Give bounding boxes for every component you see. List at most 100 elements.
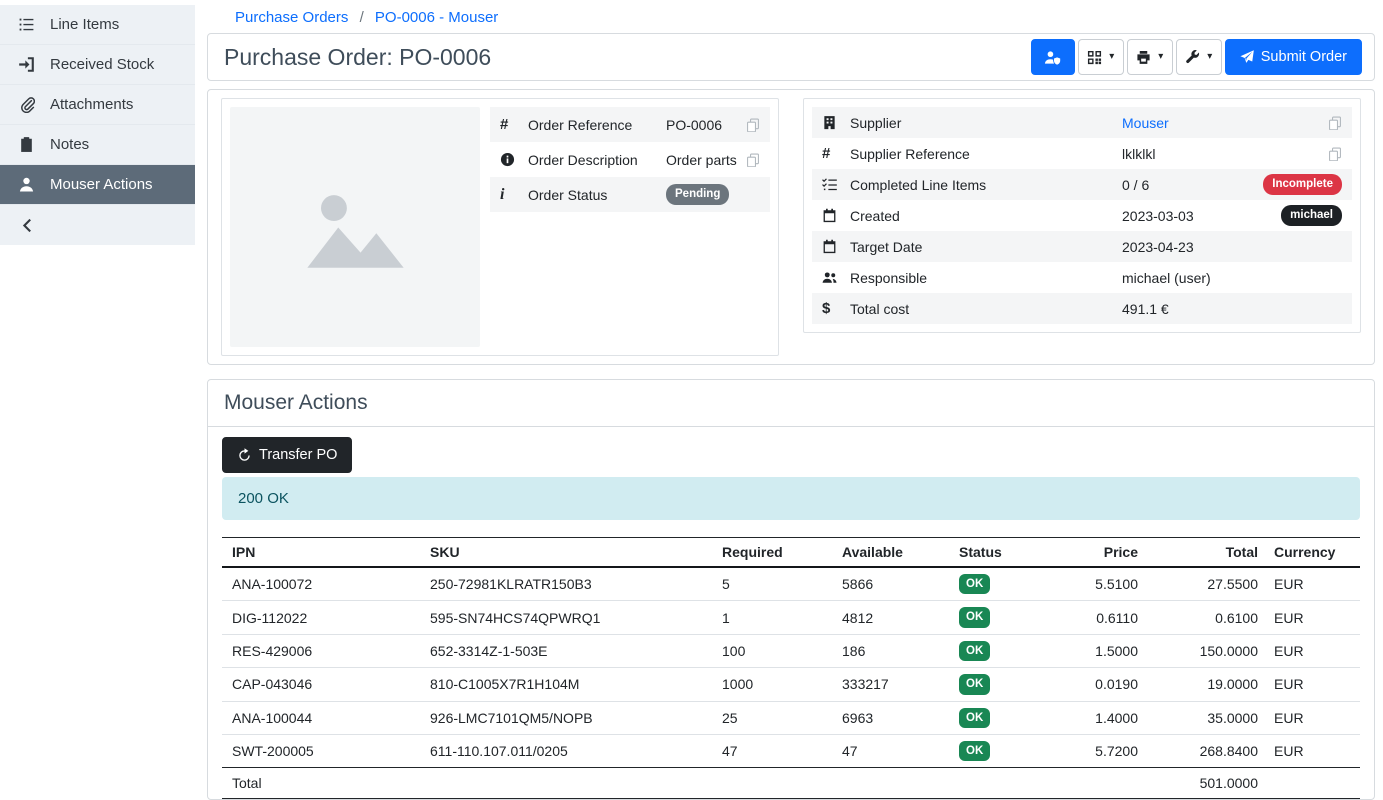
sku-cell: 595-SN74HCS74QPWRQ1	[422, 601, 714, 634]
detail-row-total-cost: $ Total cost 491.1 €	[812, 293, 1352, 324]
sku-cell: 652-3314Z-1-503E	[422, 634, 714, 667]
users-icon	[822, 270, 850, 285]
caret-down-icon: ▾	[1109, 52, 1114, 62]
col-header-currency: Currency	[1266, 538, 1360, 568]
detail-value: 0 / 6	[1122, 177, 1149, 193]
ipn-cell: ANA-100072	[222, 567, 422, 601]
copy-icon[interactable]	[1328, 147, 1342, 161]
mouser-actions-panel: Mouser Actions Transfer PO 200 OK	[207, 379, 1375, 800]
paper-plane-icon	[1240, 50, 1254, 64]
status-cell: OK	[951, 734, 1046, 767]
currency-cell: EUR	[1266, 567, 1360, 601]
line-item-row: SWT-200005 611-110.107.011/0205 47 47 OK…	[222, 734, 1360, 767]
submit-order-button[interactable]: Submit Order	[1225, 39, 1362, 75]
copy-icon[interactable]	[1328, 116, 1342, 130]
printer-icon	[1136, 50, 1151, 65]
sidebar-item-received-stock[interactable]: Received Stock	[0, 45, 195, 85]
user-icon	[18, 176, 35, 193]
currency-cell: EUR	[1266, 668, 1360, 701]
col-header-price: Price	[1046, 538, 1146, 568]
line-item-row: CAP-043046 810-C1005X7R1H104M 1000 33321…	[222, 668, 1360, 701]
ipn-cell: SWT-200005	[222, 734, 422, 767]
detail-row-responsible: Responsible michael (user)	[812, 262, 1352, 293]
footer-total-label: Total	[222, 768, 422, 799]
price-cell: 0.6110	[1046, 601, 1146, 634]
tools-icon	[1185, 50, 1200, 65]
required-cell: 25	[714, 701, 834, 734]
breadcrumb-current-order[interactable]: PO-0006 - Mouser	[375, 9, 498, 26]
detail-row-completed-line-items: Completed Line Items 0 / 6 Incomplete	[812, 169, 1352, 200]
detail-value: 491.1 €	[1122, 301, 1169, 317]
order-details-table: # Order Reference PO-0006 Order Descript…	[490, 107, 770, 212]
sidebar-item-line-items[interactable]: Line Items	[0, 5, 195, 45]
breadcrumb: Purchase Orders / PO-0006 - Mouser	[207, 0, 1375, 33]
order-details-panel: # Order Reference PO-0006 Order Descript…	[207, 89, 1375, 365]
status-cell: OK	[951, 634, 1046, 667]
transfer-po-label: Transfer PO	[259, 447, 337, 463]
line-items-table: IPN SKU Required Available Status Price …	[222, 537, 1360, 799]
sidebar-item-attachments[interactable]: Attachments	[0, 85, 195, 125]
currency-cell: EUR	[1266, 734, 1360, 767]
transfer-po-button[interactable]: Transfer PO	[222, 437, 352, 473]
detail-label: Order Reference	[528, 117, 666, 133]
qrcode-icon	[1087, 50, 1102, 65]
detail-row-supplier-reference: # Supplier Reference lklklkl	[812, 138, 1352, 169]
detail-label: Responsible	[850, 270, 1122, 286]
sidebar-item-mouser-actions[interactable]: Mouser Actions	[0, 165, 195, 205]
available-cell: 4812	[834, 601, 951, 634]
created-user-badge: michael	[1281, 205, 1342, 225]
list-icon	[18, 16, 35, 33]
info-circle-icon	[500, 152, 528, 167]
hash-icon: #	[500, 116, 528, 133]
order-image-placeholder[interactable]	[230, 107, 480, 347]
barcode-actions-dropdown[interactable]: ▾	[1078, 39, 1124, 75]
breadcrumb-purchase-orders[interactable]: Purchase Orders	[235, 9, 348, 26]
image-icon	[298, 170, 413, 285]
main-content: Purchase Orders / PO-0006 - Mouser Purch…	[195, 0, 1383, 794]
ok-badge: OK	[959, 607, 990, 627]
sidebar-item-label: Line Items	[50, 16, 119, 33]
detail-value: michael (user)	[1122, 270, 1211, 286]
col-header-required: Required	[714, 538, 834, 568]
order-actions-dropdown[interactable]: ▾	[1176, 39, 1222, 75]
sidebar-item-notes[interactable]: Notes	[0, 125, 195, 165]
available-cell: 333217	[834, 668, 951, 701]
detail-value: 2023-03-03	[1122, 208, 1194, 224]
supplier-link[interactable]: Mouser	[1122, 115, 1169, 131]
mouser-actions-header: Mouser Actions	[208, 380, 1374, 427]
detail-value: PO-0006	[666, 117, 722, 133]
ipn-cell: CAP-043046	[222, 668, 422, 701]
available-cell: 6963	[834, 701, 951, 734]
ok-badge: OK	[959, 708, 990, 728]
page-header-panel: Purchase Order: PO-0006 ▾	[207, 33, 1375, 81]
admin-user-button[interactable]	[1031, 39, 1075, 75]
supplier-details-card: Supplier Mouser # Supplier Reference lkl…	[803, 98, 1361, 333]
col-header-sku: SKU	[422, 538, 714, 568]
detail-label: Created	[850, 208, 1122, 224]
order-details-card: # Order Reference PO-0006 Order Descript…	[221, 98, 779, 356]
detail-row-created: Created 2023-03-03 michael	[812, 200, 1352, 231]
detail-value: lklklkl	[1122, 146, 1155, 162]
detail-label: Total cost	[850, 301, 1122, 317]
sidebar-list: Line Items Received Stock Attachments No…	[0, 5, 195, 245]
required-cell: 100	[714, 634, 834, 667]
col-header-available: Available	[834, 538, 951, 568]
total-cell: 19.0000	[1146, 668, 1266, 701]
total-cell: 150.0000	[1146, 634, 1266, 667]
ipn-cell: RES-429006	[222, 634, 422, 667]
print-actions-dropdown[interactable]: ▾	[1127, 39, 1173, 75]
copy-icon[interactable]	[746, 118, 760, 132]
detail-row-supplier: Supplier Mouser	[812, 107, 1352, 138]
ok-badge: OK	[959, 741, 990, 761]
clipboard-icon	[18, 136, 35, 153]
sidebar-collapse-button[interactable]	[0, 205, 195, 245]
line-item-row: ANA-100072 250-72981KLRATR150B3 5 5866 O…	[222, 567, 1360, 601]
mouser-actions-title: Mouser Actions	[224, 391, 1358, 415]
copy-icon[interactable]	[746, 153, 760, 167]
status-cell: OK	[951, 567, 1046, 601]
refresh-icon	[237, 448, 252, 463]
status-cell: OK	[951, 701, 1046, 734]
price-cell: 0.0190	[1046, 668, 1146, 701]
total-cell: 35.0000	[1146, 701, 1266, 734]
submit-order-label: Submit Order	[1261, 49, 1347, 65]
